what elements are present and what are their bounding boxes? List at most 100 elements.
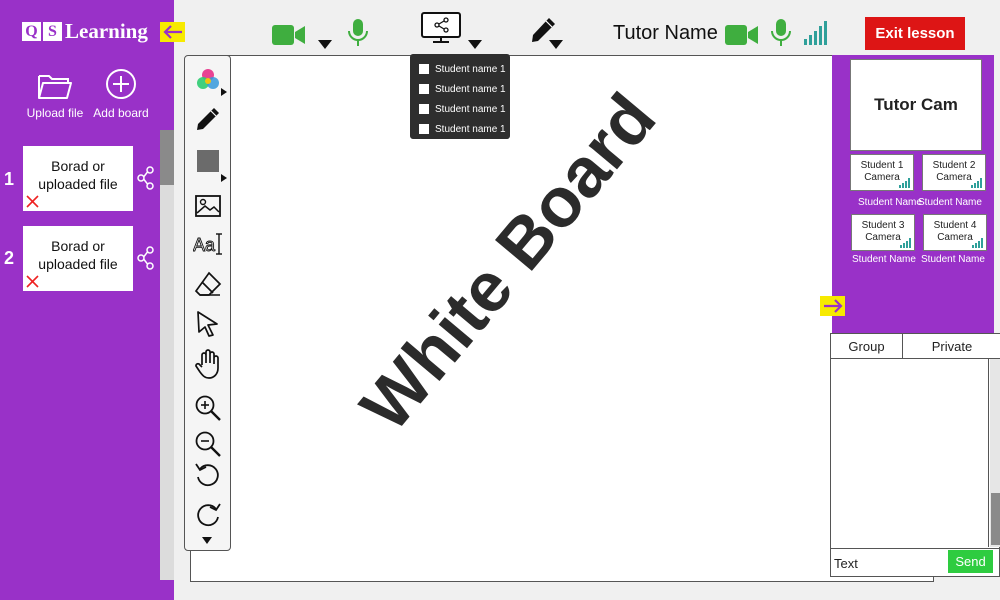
share-student-option[interactable]: Student name 1 bbox=[410, 59, 510, 79]
camera-panel: Tutor Cam Student 1 Camera Student 2 Cam… bbox=[832, 55, 994, 333]
eraser-icon bbox=[194, 271, 222, 296]
chat-scrollbar[interactable] bbox=[990, 359, 1000, 547]
brand-logo: Q S Learning bbox=[22, 19, 148, 44]
text-tool[interactable]: Aa bbox=[193, 229, 223, 259]
shape-options-caret[interactable] bbox=[221, 174, 227, 182]
student-option-label: Student name 1 bbox=[435, 103, 506, 115]
student-name: Student Name bbox=[852, 254, 916, 265]
signal-bars-icon bbox=[804, 21, 827, 45]
screen-share-icon[interactable] bbox=[421, 12, 461, 44]
student-name: Student Name bbox=[918, 197, 982, 208]
tab-private[interactable]: Private bbox=[903, 334, 1000, 359]
pencil-icon bbox=[197, 108, 219, 130]
board-text-line2: uploaded file bbox=[38, 176, 118, 192]
pen-options-caret[interactable] bbox=[549, 40, 563, 49]
add-board-button[interactable]: Add board bbox=[88, 69, 154, 120]
share-board-icon[interactable] bbox=[137, 246, 155, 270]
hand-tool[interactable] bbox=[193, 349, 223, 379]
logo-letter-q: Q bbox=[22, 22, 41, 41]
text-icon: Aa bbox=[193, 233, 222, 255]
svg-text:Aa: Aa bbox=[193, 235, 216, 255]
exit-lesson-button[interactable]: Exit lesson bbox=[865, 17, 965, 50]
logo-letter-s: S bbox=[43, 22, 62, 41]
delete-board-icon[interactable] bbox=[26, 275, 39, 288]
sidebar-scroll-thumb[interactable] bbox=[160, 130, 174, 185]
color-palette-icon bbox=[197, 69, 219, 89]
share-board-icon[interactable] bbox=[137, 166, 155, 190]
delete-board-icon[interactable] bbox=[26, 195, 39, 208]
sidebar: Q S Learning Upload file Add board 1 Bor… bbox=[0, 0, 174, 600]
palette-options-caret[interactable] bbox=[221, 88, 227, 96]
redo-icon bbox=[197, 503, 221, 527]
logo-word: Learning bbox=[65, 19, 148, 43]
toggle-camera-panel-button[interactable] bbox=[820, 296, 845, 316]
board-thumbnail-2[interactable]: Borad or uploaded file bbox=[23, 226, 133, 291]
upload-file-button[interactable]: Upload file bbox=[22, 72, 88, 120]
share-student-option[interactable]: Student name 1 bbox=[410, 79, 510, 99]
send-button[interactable]: Send bbox=[948, 550, 993, 573]
signal-bars-icon bbox=[900, 238, 911, 248]
tutor-microphone-icon[interactable] bbox=[770, 18, 792, 48]
board-thumbnail-text: Borad or uploaded file bbox=[23, 237, 133, 273]
microphone-icon[interactable] bbox=[347, 18, 369, 48]
video-camera-icon[interactable] bbox=[272, 24, 306, 46]
undo-icon bbox=[195, 463, 219, 487]
collapse-sidebar-button[interactable] bbox=[160, 22, 185, 42]
add-board-label: Add board bbox=[93, 106, 149, 120]
pointer-tool[interactable] bbox=[193, 309, 223, 339]
video-options-caret[interactable] bbox=[318, 40, 332, 49]
zoom-out-tool[interactable] bbox=[193, 429, 223, 459]
student-camera-1[interactable]: Student 1 Camera bbox=[850, 154, 914, 191]
zoom-in-tool[interactable] bbox=[193, 393, 223, 423]
chat-panel: Group Private Send bbox=[830, 333, 1000, 577]
chat-message-input[interactable] bbox=[834, 554, 944, 572]
student-name: Student Name bbox=[858, 197, 922, 208]
share-student-option[interactable]: Student name 1 bbox=[410, 99, 510, 119]
sidebar-scrollbar[interactable] bbox=[160, 130, 174, 580]
redo-tool[interactable] bbox=[193, 499, 223, 529]
tab-group[interactable]: Group bbox=[831, 334, 903, 359]
eraser-tool[interactable] bbox=[193, 269, 223, 299]
arrow-left-icon bbox=[162, 25, 182, 39]
signal-bars-icon bbox=[972, 238, 983, 248]
plus-circle-icon bbox=[106, 69, 136, 99]
student-camera-4[interactable]: Student 4 Camera bbox=[923, 214, 987, 251]
board-number: 1 bbox=[4, 169, 15, 189]
chat-scroll-thumb[interactable] bbox=[991, 493, 1000, 545]
board-thumbnail-text: Borad or uploaded file bbox=[23, 157, 133, 193]
checkbox[interactable] bbox=[419, 64, 429, 74]
student-camera-2[interactable]: Student 2 Camera bbox=[922, 154, 986, 191]
board-text-line2: uploaded file bbox=[38, 256, 118, 272]
student-camera-label: Student 3 bbox=[861, 220, 905, 231]
shape-tool[interactable] bbox=[193, 146, 223, 176]
tutor-name: Tutor Name bbox=[613, 22, 718, 44]
student-name: Student Name bbox=[921, 254, 985, 265]
tutor-camera-view: Tutor Cam bbox=[850, 59, 982, 151]
signal-bars-icon bbox=[971, 178, 982, 188]
share-student-option[interactable]: Student name 1 bbox=[410, 119, 510, 139]
pointer-icon bbox=[197, 311, 218, 337]
pencil-tool[interactable] bbox=[193, 104, 223, 134]
drawing-toolbar: Aa bbox=[184, 55, 231, 551]
checkbox[interactable] bbox=[419, 124, 429, 134]
student-camera-3[interactable]: Student 3 Camera bbox=[851, 214, 915, 251]
checkbox[interactable] bbox=[419, 84, 429, 94]
image-tool[interactable] bbox=[193, 191, 223, 221]
board-text-line1: Borad or bbox=[51, 158, 105, 174]
share-student-dropdown: Student name 1 Student name 1 Student na… bbox=[410, 54, 510, 139]
shape-icon bbox=[197, 150, 219, 172]
checkbox[interactable] bbox=[419, 104, 429, 114]
chat-input-row: Send bbox=[831, 548, 1000, 576]
student-camera-label: Student 1 bbox=[860, 160, 904, 171]
share-options-caret[interactable] bbox=[468, 40, 482, 49]
chat-messages bbox=[831, 359, 989, 547]
signal-bars-icon bbox=[899, 178, 910, 188]
more-tools-caret[interactable] bbox=[202, 537, 212, 544]
board-thumbnail-1[interactable]: Borad or uploaded file bbox=[23, 146, 133, 211]
color-palette-tool[interactable] bbox=[193, 65, 223, 95]
tutor-video-camera-icon[interactable] bbox=[725, 24, 759, 46]
folder-open-icon bbox=[38, 75, 72, 99]
student-option-label: Student name 1 bbox=[435, 123, 506, 135]
undo-tool[interactable] bbox=[193, 459, 223, 489]
arrow-right-icon bbox=[823, 299, 843, 313]
